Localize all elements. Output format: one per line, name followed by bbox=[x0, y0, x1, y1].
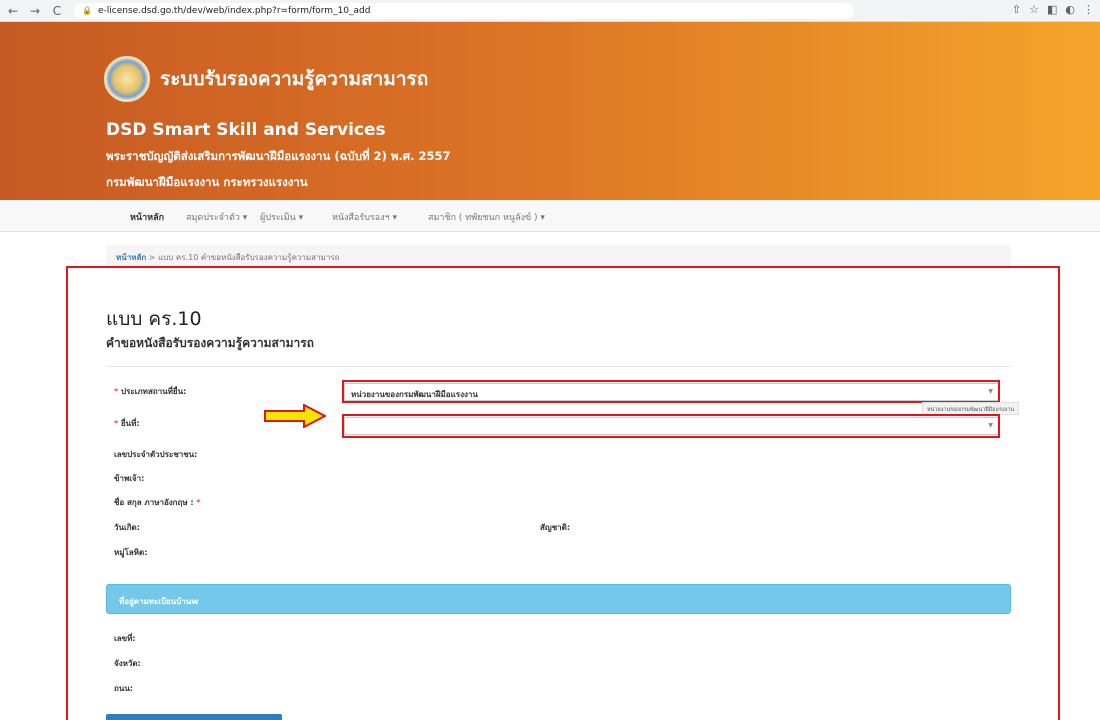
yellow-arrow-icon bbox=[264, 404, 326, 428]
address-panel-header: ที่อยู่ตามทะเบียนบ้านw bbox=[106, 584, 1011, 614]
url-text: e-license.dsd.go.th/dev/web/index.php?r=… bbox=[97, 5, 371, 16]
dsd-seal-logo-icon bbox=[104, 56, 150, 102]
nav-profile-book[interactable]: สมุดประจำตัว ▾ bbox=[186, 210, 247, 224]
nav-member[interactable]: สมาชิก ( ทพัยชนก หนูลังข์ ) ▾ bbox=[428, 210, 545, 224]
name-en-label: ชื่อ สกุล ภาษาอังกฤษ : * bbox=[114, 498, 201, 507]
browser-toolbar: ← → C 🔒 e-license.dsd.go.th/dev/web/inde… bbox=[0, 0, 1100, 22]
address-bar[interactable]: 🔒 e-license.dsd.go.th/dev/web/index.php?… bbox=[74, 2, 854, 19]
blood-type-label: หมู่โลหิต: bbox=[114, 548, 148, 557]
main-navbar: หน้าหลัก สมุดประจำตัว ▾ ผู้ประเมิน ▾ หนั… bbox=[0, 200, 1100, 232]
partial-action-button[interactable] bbox=[106, 714, 282, 720]
id-label: เลขประจำตัวประชาชน: bbox=[114, 450, 198, 459]
breadcrumb-home-link[interactable]: หน้าหลัก bbox=[116, 253, 146, 262]
submit-place-label: * ยื่นที่: bbox=[114, 419, 140, 428]
department-line: กรมพัฒนาฝีมือแรงงาน กระทรวงแรงงาน bbox=[106, 175, 308, 189]
nationality-label: สัญชาติ: bbox=[540, 523, 571, 532]
nav-assessor[interactable]: ผู้ประเมิน ▾ bbox=[260, 210, 303, 224]
birth-label: วันเกิด: bbox=[114, 523, 140, 532]
province-label: จังหวัด: bbox=[114, 659, 141, 668]
house-no-label: เลขที่: bbox=[114, 634, 136, 643]
site-header: ระบบรับรองความรู้ความสามารถ DSD Smart Sk… bbox=[0, 22, 1100, 200]
nav-certificates[interactable]: หนังสือรับรองฯ ▾ bbox=[332, 210, 397, 224]
required-mark: * bbox=[114, 387, 119, 396]
breadcrumb: หน้าหลัก > แบบ คร.10 คำขอหนังสือรับรองคว… bbox=[106, 245, 1011, 267]
extension-icon[interactable]: ◐ bbox=[1065, 3, 1075, 16]
system-title: ระบบรับรองความรู้ความสามารถ bbox=[160, 68, 429, 90]
back-icon[interactable]: ← bbox=[4, 4, 22, 18]
form-code-title: แบบ คร.10 bbox=[106, 308, 202, 330]
lock-icon: 🔒 bbox=[82, 6, 92, 15]
sidebar-icon[interactable]: ◧ bbox=[1047, 3, 1057, 16]
road-label: ถนน: bbox=[114, 684, 133, 693]
annotation-frame-submit-place bbox=[342, 414, 1000, 438]
share-icon[interactable]: ⇧ bbox=[1012, 3, 1021, 16]
divider bbox=[106, 366, 1011, 367]
browser-actions: ⇧ ☆ ◧ ◐ ⋮ bbox=[1012, 3, 1094, 16]
forward-icon[interactable]: → bbox=[26, 4, 44, 18]
act-line: พระราชบัญญัติส่งเสริมการพัฒนาฝีมือแรงงาน… bbox=[106, 149, 451, 163]
nav-home[interactable]: หน้าหลัก bbox=[130, 210, 164, 224]
menu-dots-icon[interactable]: ⋮ bbox=[1083, 3, 1094, 16]
form-subtitle: คำขอหนังสือรับรองความรู้ความสามารถ bbox=[106, 336, 314, 350]
breadcrumb-separator: > bbox=[146, 253, 159, 262]
annotation-frame-place-type bbox=[342, 380, 1000, 403]
dsd-title: DSD Smart Skill and Services bbox=[106, 120, 386, 140]
breadcrumb-current: แบบ คร.10 คำขอหนังสือรับรองความรู้ความสา… bbox=[158, 253, 340, 262]
reload-icon[interactable]: C bbox=[48, 4, 66, 18]
me-label: ข้าพเจ้า: bbox=[114, 474, 145, 483]
bookmark-star-icon[interactable]: ☆ bbox=[1029, 3, 1039, 16]
place-type-label: * ประเภทสถานที่ยื่น: bbox=[114, 387, 187, 396]
